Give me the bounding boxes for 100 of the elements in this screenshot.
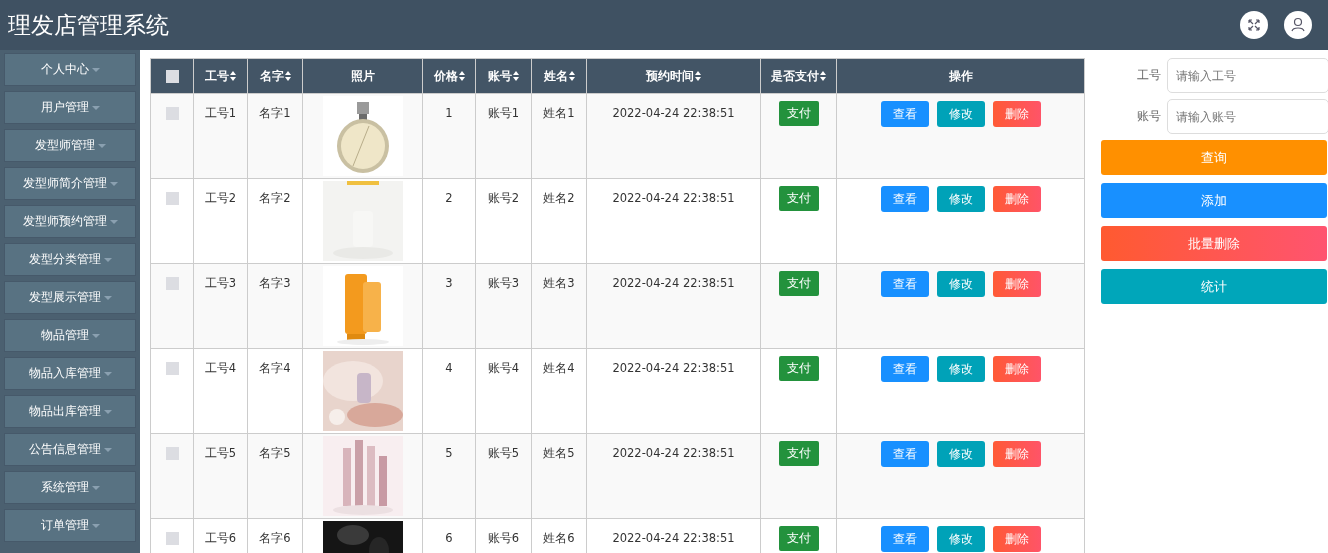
caret-icon: [103, 409, 112, 414]
delete-button[interactable]: 删除: [992, 526, 1041, 552]
table-cell: 6: [445, 531, 453, 545]
table-cell: 工号5: [204, 446, 237, 460]
input-field[interactable]: 请输入工号: [1167, 58, 1328, 93]
sidebar-item[interactable]: 订单管理: [4, 509, 136, 542]
table-cell: 账号4: [487, 361, 520, 375]
delete-button[interactable]: 删除: [992, 186, 1041, 212]
sort-icon[interactable]: [695, 71, 701, 81]
checkbox[interactable]: [165, 532, 179, 545]
caret-icon: [91, 105, 100, 110]
caret-icon: [103, 295, 112, 300]
table-cell: 姓名1: [543, 106, 575, 120]
view-button[interactable]: 查看: [880, 271, 929, 297]
edit-button[interactable]: 修改: [936, 526, 985, 552]
checkbox[interactable]: [165, 447, 179, 460]
table-cell: 名字4: [259, 361, 291, 375]
sidebar-item[interactable]: 发型分类管理: [4, 243, 136, 276]
caret-icon: [103, 371, 112, 376]
edit-button[interactable]: 修改: [936, 356, 985, 382]
table-cell: 名字5: [259, 446, 291, 460]
table-cell: 名字1: [259, 106, 291, 120]
sort-icon[interactable]: [284, 71, 291, 81]
table-cell: 账号2: [487, 191, 520, 205]
table-cell: 账号3: [487, 276, 520, 290]
column-header[interactable]: 预约时间: [586, 58, 761, 94]
table-cell: 2022-04-24 22:38:51: [612, 106, 735, 120]
checkbox[interactable]: [165, 277, 179, 290]
sidebar-item[interactable]: 公告信息管理: [4, 433, 136, 466]
fullscreen-icon[interactable]: [1240, 11, 1268, 39]
sidebar-item[interactable]: 物品入库管理: [4, 357, 136, 390]
table-cell: 2022-04-24 22:38:51: [612, 361, 735, 375]
edit-button[interactable]: 修改: [936, 441, 985, 467]
table-cell: 名字3: [259, 276, 291, 290]
sidebar-item[interactable]: 发型师简介管理: [4, 167, 136, 200]
sort-icon[interactable]: [513, 71, 519, 81]
table-cell: 姓名2: [543, 191, 575, 205]
checkbox[interactable]: [165, 107, 179, 120]
sidebar-item[interactable]: 发型师预约管理: [4, 205, 136, 238]
sidebar-item[interactable]: 个人中心: [4, 53, 136, 86]
sidebar-item[interactable]: 物品管理: [4, 319, 136, 352]
table-cell: 2022-04-24 22:38:51: [612, 446, 735, 460]
table-cell: 2022-04-24 22:38:51: [612, 531, 735, 545]
sidebar-item[interactable]: 用户管理: [4, 91, 136, 124]
column-header[interactable]: 名字: [247, 58, 303, 94]
view-button[interactable]: 查看: [880, 186, 929, 212]
table-cell: 工号6: [204, 531, 237, 545]
sidebar-item[interactable]: 发型师管理: [4, 129, 136, 162]
status-tag: 支付: [778, 526, 819, 551]
table-cell: 名字6: [259, 531, 291, 545]
column-header[interactable]: 姓名: [531, 58, 587, 94]
table-cell: 姓名3: [543, 276, 575, 290]
column-header[interactable]: 账号: [475, 58, 532, 94]
sidebar-item[interactable]: 系统管理: [4, 471, 136, 504]
view-button[interactable]: 查看: [880, 101, 929, 127]
caret-icon: [91, 67, 100, 72]
sort-icon[interactable]: [568, 71, 575, 81]
caret-icon: [103, 257, 112, 262]
column-header: 操作: [836, 58, 1085, 94]
table-cell: 3: [445, 276, 453, 290]
stats-button[interactable]: 统计: [1101, 269, 1327, 304]
table-cell: 工号2: [204, 191, 237, 205]
column-header[interactable]: 价格: [422, 58, 476, 94]
table-cell: 2022-04-24 22:38:51: [612, 191, 735, 205]
table-cell: 姓名5: [543, 446, 575, 460]
table-cell: 账号5: [487, 446, 520, 460]
view-button[interactable]: 查看: [880, 441, 929, 467]
delete-button[interactable]: 批量删除: [1101, 226, 1327, 261]
edit-button[interactable]: 修改: [936, 101, 985, 127]
sort-icon[interactable]: [458, 71, 465, 81]
column-header[interactable]: 工号: [193, 58, 248, 94]
sidebar-item[interactable]: 物品出库管理: [4, 395, 136, 428]
sidebar-item[interactable]: 发型展示管理: [4, 281, 136, 314]
delete-button[interactable]: 删除: [992, 441, 1041, 467]
app-title: 理发店管理系统: [8, 10, 169, 40]
delete-button[interactable]: 删除: [992, 271, 1041, 297]
user-icon[interactable]: [1284, 11, 1312, 39]
sort-icon[interactable]: [230, 71, 236, 81]
edit-button[interactable]: 修改: [936, 271, 985, 297]
checkbox[interactable]: [165, 70, 179, 83]
field-label: 工号: [1136, 67, 1161, 84]
table-cell: 2: [445, 191, 453, 205]
add-button[interactable]: 添加: [1101, 183, 1327, 218]
query-button[interactable]: 查询: [1101, 140, 1327, 175]
view-button[interactable]: 查看: [880, 526, 929, 552]
table-cell: 姓名4: [543, 361, 575, 375]
table-cell: 姓名6: [543, 531, 575, 545]
checkbox[interactable]: [165, 192, 179, 205]
field-label: 账号: [1136, 108, 1161, 125]
delete-button[interactable]: 删除: [992, 101, 1041, 127]
delete-button[interactable]: 删除: [992, 356, 1041, 382]
sort-icon[interactable]: [820, 71, 826, 81]
table-cell: 名字2: [259, 191, 291, 205]
checkbox[interactable]: [165, 362, 179, 375]
view-button[interactable]: 查看: [880, 356, 929, 382]
input-field[interactable]: 请输入账号: [1167, 99, 1328, 134]
edit-button[interactable]: 修改: [936, 186, 985, 212]
column-header[interactable]: 是否支付: [760, 58, 837, 94]
table-cell: 工号1: [204, 106, 237, 120]
caret-icon: [109, 181, 118, 186]
